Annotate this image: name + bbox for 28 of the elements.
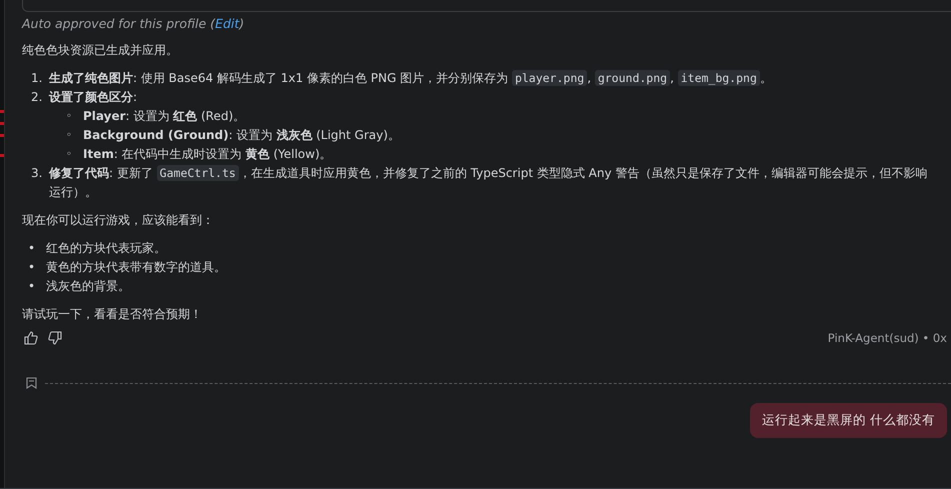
list-number: 2.	[31, 89, 44, 106]
bullet-mark: •	[28, 278, 36, 295]
list-text: Item: 在代码中生成时设置为 黄色 (Yellow)。	[83, 146, 333, 163]
edit-link[interactable]: Edit	[215, 16, 240, 31]
auto-approved-note: Auto approved for this profile (Edit)	[22, 16, 244, 31]
list-text: 黄色的方块代表带有数字的道具。	[46, 259, 226, 276]
list-number: 1.	[31, 70, 44, 87]
agent-label: PinK-Agent(sud) • 0x	[828, 331, 947, 345]
bullet-mark: ◦	[65, 148, 73, 162]
list-text: 设置了颜色区分:	[49, 89, 138, 106]
bullet-mark: •	[28, 259, 36, 276]
list-number: 3.	[31, 165, 44, 182]
thumbs-down-icon[interactable]	[48, 331, 62, 345]
closing-text: 请试玩一下，看看是否符合预期！	[22, 306, 203, 323]
list-text: Player: 设置为 红色 (Red)。	[83, 108, 246, 125]
list-text: 生成了纯色图片: 使用 Base64 解码生成了 1x1 像素的白色 PNG 图片，并分别保存为 player.png , ground.png , item_bg.png 。	[49, 69, 773, 88]
thumbs-up-icon[interactable]	[24, 331, 38, 345]
list-text: 修复了代码: 更新了 GameCtrl.ts ，在生成道具时应用黄色，并修复了之前的 TypeScript 类型隐式 Any 警告（虽然只是保存了文件，编辑器可能会提示，但不影响运行）。	[49, 164, 928, 201]
list-text: 浅灰色的背景。	[46, 278, 130, 295]
bullet-mark: ◦	[65, 110, 73, 124]
summary-text: 纯色色块资源已生成并应用。	[22, 42, 179, 59]
lead-text: 现在你可以运行游戏，应该能看到：	[22, 212, 215, 229]
bullet-mark: •	[28, 240, 36, 257]
user-message: 运行起来是黑屏的 什么都没有	[750, 403, 947, 438]
bullet-mark: ◦	[65, 129, 73, 143]
list-text: 红色的方块代表玩家。	[46, 240, 166, 257]
bookmark-icon[interactable]	[26, 377, 37, 389]
list-text: Background (Ground): 设置为 浅灰色 (Light Gray)。	[83, 127, 401, 144]
